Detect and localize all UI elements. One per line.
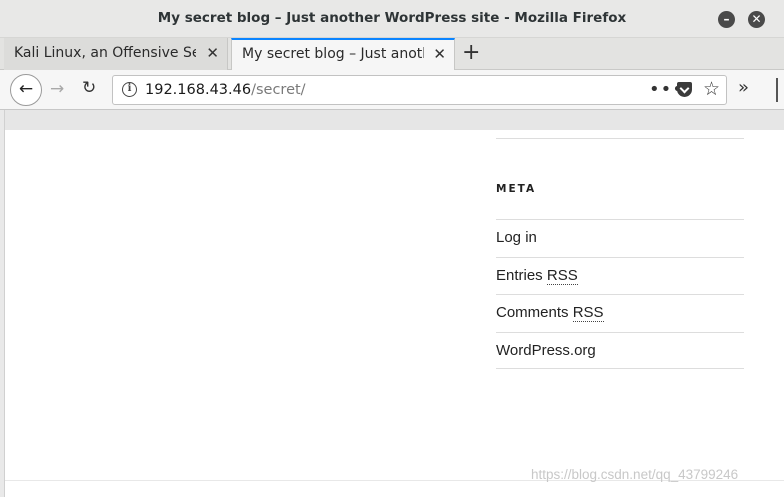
window-title: My secret blog – Just another WordPress … — [157, 10, 627, 26]
url-host: 192.168.43.46 — [145, 82, 252, 98]
back-button[interactable]: ← — [10, 74, 42, 106]
toolbar-overflow-icon[interactable]: » — [738, 77, 749, 98]
watermark-text: https://blog.csdn.net/qq_43799246 — [531, 467, 739, 482]
meta-links-list: Log in Entries RSS Comments RSS WordPres… — [496, 219, 744, 369]
tab-bar: Kali Linux, an Offensive Secu ✕ My secre… — [0, 38, 784, 71]
close-tab-icon[interactable]: ✕ — [206, 38, 219, 69]
tab-secret-blog[interactable]: My secret blog – Just anothe ✕ — [231, 38, 455, 71]
wordpress-org-link[interactable]: WordPress.org — [496, 342, 596, 359]
site-info-icon[interactable]: i — [122, 82, 137, 97]
list-item: Comments RSS — [496, 294, 744, 332]
entries-rss-link[interactable]: Entries RSS — [496, 266, 578, 285]
tab-label: Kali Linux, an Offensive Secu — [14, 45, 196, 61]
window-titlebar: My secret blog – Just another WordPress … — [0, 0, 784, 38]
hamburger-menu-icon[interactable] — [776, 78, 778, 102]
navigation-toolbar: ← → ↻ i 192.168.43.46/secret/ ••• ☆ » — [0, 70, 784, 110]
link-text: Entries — [496, 266, 547, 284]
list-item: Log in — [496, 219, 744, 257]
close-window-button[interactable]: ✕ — [748, 11, 765, 28]
list-item: WordPress.org — [496, 331, 744, 369]
comments-rss-link[interactable]: Comments RSS — [496, 304, 604, 322]
page-content: META Log in Entries RSS Comments RSS Wor… — [0, 110, 784, 497]
sidebar-divider — [496, 138, 744, 139]
url-path: /secret/ — [251, 82, 306, 98]
forward-button[interactable]: → — [50, 79, 64, 99]
url-text[interactable]: 192.168.43.46/secret/ — [145, 82, 306, 98]
bookmark-star-icon[interactable]: ☆ — [703, 78, 720, 100]
url-bar[interactable]: i 192.168.43.46/secret/ ••• ☆ — [112, 75, 727, 105]
new-tab-button[interactable]: + — [462, 40, 480, 66]
reload-button[interactable]: ↻ — [82, 78, 96, 98]
pocket-icon[interactable] — [677, 82, 692, 97]
link-text: Comments — [496, 304, 573, 321]
close-tab-icon[interactable]: ✕ — [433, 40, 446, 68]
page-left-edge — [0, 110, 5, 497]
rss-abbr: RSS — [572, 304, 604, 322]
list-item: Entries RSS — [496, 256, 744, 295]
minimize-button[interactable]: – — [718, 11, 735, 28]
tab-label: My secret blog – Just anothe — [242, 46, 424, 62]
login-link[interactable]: Log in — [496, 229, 537, 246]
page-top-strip — [5, 110, 784, 130]
tab-kali-linux[interactable]: Kali Linux, an Offensive Secu ✕ — [4, 38, 228, 70]
rss-abbr: RSS — [546, 266, 578, 285]
meta-widget-title: META — [496, 183, 537, 195]
